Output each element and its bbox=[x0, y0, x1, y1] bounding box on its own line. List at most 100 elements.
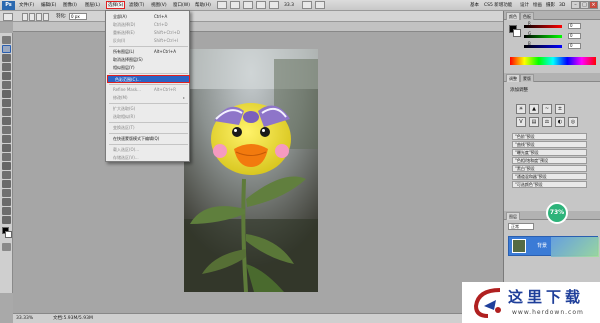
select-menu-item[interactable]: 在快速蒙版模式下编辑(Q) bbox=[106, 135, 191, 143]
preset-channel-mixer[interactable]: "通道混和器"预设 bbox=[512, 173, 587, 180]
background-color-swatch[interactable] bbox=[5, 231, 12, 238]
select-menu-item[interactable]: 存储选区(V)... bbox=[106, 154, 191, 162]
subtract-selection-icon[interactable] bbox=[36, 13, 42, 21]
tab-swatches[interactable]: 色板 bbox=[520, 12, 534, 20]
menu-help[interactable]: 帮助(H) bbox=[195, 2, 211, 10]
select-menu-item[interactable]: 相似图层(Y) bbox=[106, 64, 191, 72]
preset-selective-color[interactable]: "可选颜色"预设 bbox=[512, 181, 587, 188]
new-selection-icon[interactable] bbox=[22, 13, 28, 21]
curves-icon[interactable]: ~ bbox=[542, 104, 552, 114]
healing-brush-tool-icon[interactable] bbox=[2, 90, 11, 98]
channel-r-input[interactable]: 0 bbox=[568, 23, 581, 29]
channel-g-input[interactable]: 0 bbox=[568, 33, 581, 39]
select-menu-item[interactable]: 取消选择图层(S) bbox=[106, 56, 191, 64]
marquee-preset-picker[interactable] bbox=[3, 13, 13, 21]
hue-saturation-icon[interactable]: ▤ bbox=[529, 117, 539, 127]
status-zoom[interactable]: 33.33% bbox=[16, 314, 33, 323]
brush-tool-icon[interactable] bbox=[2, 99, 11, 107]
feather-input[interactable]: 0 px bbox=[69, 13, 87, 20]
hand-tool-button[interactable] bbox=[256, 1, 266, 9]
hand-tool-icon[interactable] bbox=[2, 207, 11, 215]
preset-exposure[interactable]: "曝光度"预设 bbox=[512, 149, 587, 156]
select-menu-item[interactable]: Refine Mask... Alt+Ctrl+R bbox=[106, 86, 191, 94]
tab-layers[interactable]: 图层 bbox=[506, 212, 520, 220]
select-menu-item[interactable]: 重新选择(E) Shift+Ctrl+D bbox=[106, 29, 191, 37]
workspace-photography[interactable]: 摄影 bbox=[546, 2, 555, 10]
preset-black-white[interactable]: "黑白"预设 bbox=[512, 165, 587, 172]
zoom-tool-button[interactable] bbox=[269, 1, 279, 9]
quick-selection-tool-icon[interactable] bbox=[2, 63, 11, 71]
crop-tool-icon[interactable] bbox=[2, 72, 11, 80]
channel-r-slider[interactable] bbox=[524, 25, 562, 28]
close-button[interactable]: × bbox=[589, 1, 598, 9]
eyedropper-tool-icon[interactable] bbox=[2, 81, 11, 89]
menu-edit[interactable]: 编辑(E) bbox=[41, 2, 56, 10]
gradient-tool-icon[interactable] bbox=[2, 135, 11, 143]
preset-curves[interactable]: "曲线"预设 bbox=[512, 141, 587, 148]
select-menu-item[interactable]: 色彩范围(C)... bbox=[107, 75, 190, 83]
menu-layer[interactable]: 图层(L) bbox=[85, 2, 100, 10]
menu-image[interactable]: 图像(I) bbox=[63, 2, 77, 10]
select-menu-item[interactable]: 取消选择(D) Ctrl+D bbox=[106, 21, 191, 29]
blend-mode-select[interactable]: 正常 bbox=[508, 223, 534, 230]
select-menu-item[interactable]: 选取相似(R) bbox=[106, 113, 191, 121]
color-background-swatch[interactable] bbox=[513, 29, 521, 37]
color-balance-icon[interactable]: ⚖ bbox=[542, 117, 552, 127]
tab-masks[interactable]: 蒙版 bbox=[520, 74, 534, 82]
select-menu-item[interactable]: 所有图层(L) Alt+Ctrl+A bbox=[106, 48, 191, 56]
marquee-tool-icon[interactable] bbox=[2, 45, 11, 53]
color-spectrum-ramp[interactable] bbox=[510, 57, 596, 65]
workspace-3d[interactable]: 3D bbox=[559, 2, 565, 10]
minimize-button[interactable]: – bbox=[571, 1, 580, 9]
intersect-selection-icon[interactable] bbox=[43, 13, 49, 21]
path-selection-tool-icon[interactable] bbox=[2, 180, 11, 188]
history-brush-tool-icon[interactable] bbox=[2, 117, 11, 125]
channel-g-slider[interactable] bbox=[524, 35, 562, 38]
minibridge-button[interactable] bbox=[230, 1, 240, 9]
menu-select[interactable]: 选择(S) bbox=[106, 1, 126, 9]
menu-filter[interactable]: 滤镜(T) bbox=[129, 2, 144, 10]
bridge-button[interactable] bbox=[217, 1, 227, 9]
add-selection-icon[interactable] bbox=[29, 13, 35, 21]
arrange-documents-button[interactable] bbox=[302, 1, 312, 9]
lasso-tool-icon[interactable] bbox=[2, 54, 11, 62]
select-menu-item[interactable]: 载入选区(O)... bbox=[106, 146, 191, 154]
vibrance-icon[interactable]: V bbox=[516, 117, 526, 127]
pen-tool-icon[interactable] bbox=[2, 162, 11, 170]
tab-color[interactable]: 颜色 bbox=[506, 12, 520, 20]
menu-window[interactable]: 窗口(W) bbox=[173, 2, 190, 10]
channel-b-slider[interactable] bbox=[524, 45, 562, 48]
dodge-tool-icon[interactable] bbox=[2, 153, 11, 161]
zoom-level-display[interactable]: 33.3 bbox=[284, 2, 294, 10]
select-menu-item[interactable]: 变换选区(T) bbox=[106, 124, 191, 132]
brightness-contrast-icon[interactable]: ☀ bbox=[516, 104, 526, 114]
grid-button[interactable] bbox=[243, 1, 253, 9]
preset-hue-saturation[interactable]: "色相/饱和度"预设 bbox=[512, 157, 587, 164]
document-tab[interactable]: 微信图片_20210809172135.jpg @ 33.3%(RGB/8) bbox=[13, 22, 503, 39]
blur-tool-icon[interactable] bbox=[2, 144, 11, 152]
preset-levels[interactable]: "色阶"预设 bbox=[512, 133, 587, 140]
menu-view[interactable]: 视图(V) bbox=[151, 2, 167, 10]
shape-tool-icon[interactable] bbox=[2, 189, 11, 197]
move-tool-icon[interactable] bbox=[2, 36, 11, 44]
background-layer-row[interactable]: 背景 bbox=[508, 236, 599, 257]
workspace-design[interactable]: 设计 bbox=[520, 2, 529, 10]
photo-filter-icon[interactable]: ◎ bbox=[568, 117, 578, 127]
zoom-tool-icon[interactable] bbox=[2, 216, 11, 224]
workspace-painting[interactable]: 绘画 bbox=[533, 2, 542, 10]
select-menu-item[interactable]: 扩大选取(G) bbox=[106, 105, 191, 113]
tab-adjustments[interactable]: 调整 bbox=[506, 74, 520, 82]
maximize-button[interactable]: □ bbox=[580, 1, 589, 9]
workspace-cs5-new[interactable]: CS5 新增功能 bbox=[484, 2, 512, 10]
screen-mode-button[interactable] bbox=[315, 1, 325, 9]
exposure-icon[interactable]: ± bbox=[555, 104, 565, 114]
quick-mask-icon[interactable] bbox=[2, 243, 11, 251]
menu-file[interactable]: 文件(F) bbox=[19, 2, 34, 10]
channel-b-input[interactable]: 0 bbox=[568, 43, 581, 49]
clone-stamp-tool-icon[interactable] bbox=[2, 108, 11, 116]
select-menu-item[interactable]: 修改(M) ▸ bbox=[106, 94, 191, 102]
workspace-essentials[interactable]: 基本 bbox=[470, 2, 479, 10]
type-tool-icon[interactable] bbox=[2, 171, 11, 179]
3d-rotate-tool-icon[interactable] bbox=[2, 198, 11, 206]
black-white-icon[interactable]: ◐ bbox=[555, 117, 565, 127]
